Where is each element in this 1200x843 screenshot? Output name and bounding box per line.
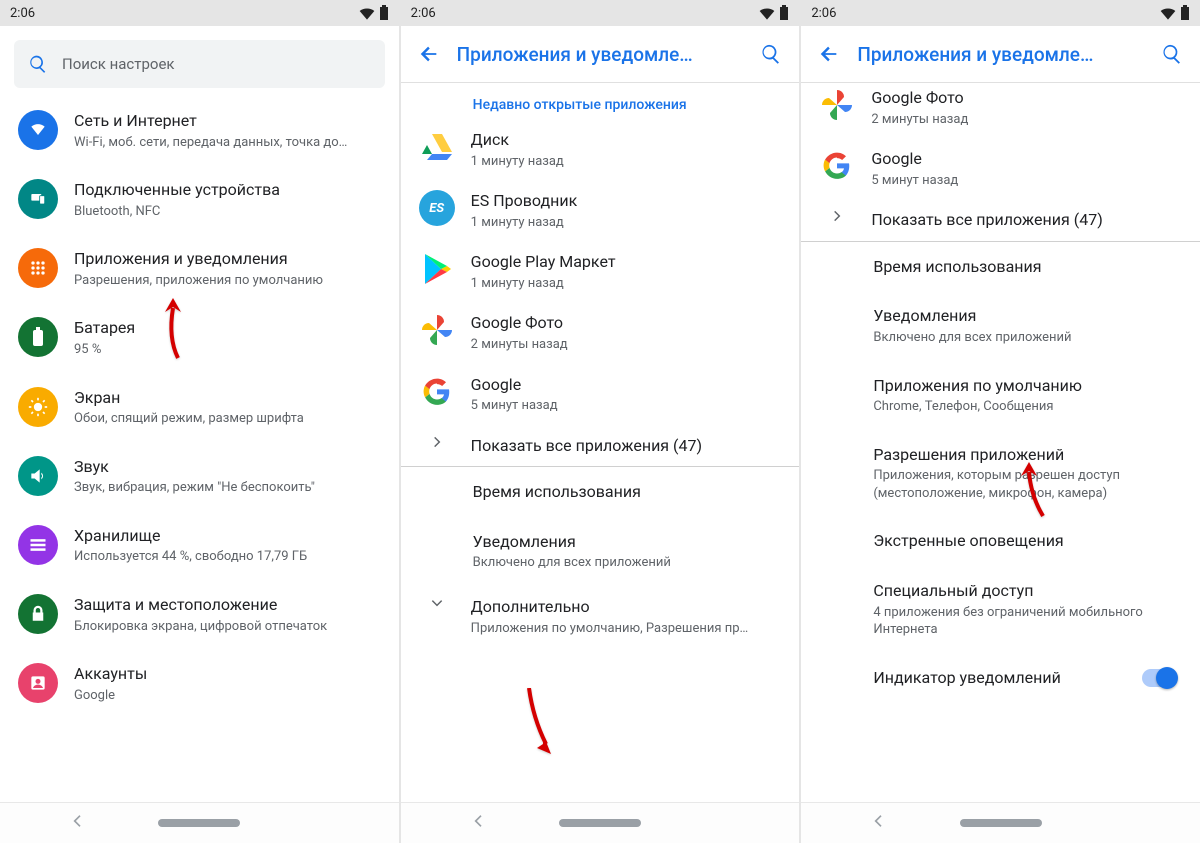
account-icon <box>18 663 58 703</box>
status-bar: 2:06 <box>401 0 800 26</box>
apps-icon <box>18 248 58 288</box>
app-item-drive[interactable]: Диск 1 минуту назад <box>401 119 800 180</box>
battery-circle-icon <box>18 317 58 357</box>
devices-icon <box>18 179 58 219</box>
settings-item-sound[interactable]: Звук Звук, вибрация, режим "Не беспокоит… <box>0 442 399 511</box>
page-title: Приложения и уведомле… <box>457 43 752 66</box>
item-default-apps[interactable]: Приложения по умолчанию Chrome, Телефон,… <box>801 361 1200 430</box>
settings-item-connected[interactable]: Подключенные устройства Bluetooth, NFC <box>0 165 399 234</box>
settings-list[interactable]: Сеть и Интернет Wi-Fi, моб. сети, переда… <box>0 96 399 802</box>
item-permissions[interactable]: Разрешения приложений Приложения, которы… <box>801 430 1200 517</box>
search-button[interactable] <box>1152 34 1192 74</box>
google-icon <box>819 148 855 184</box>
item-special-access[interactable]: Специальный доступ 4 приложения без огра… <box>801 566 1200 653</box>
photos-icon <box>819 87 855 123</box>
item-notifications[interactable]: Уведомления Включено для всех приложений <box>401 517 800 586</box>
nav-back-icon[interactable] <box>871 813 887 833</box>
status-time: 2:06 <box>411 6 436 21</box>
sound-icon <box>18 456 58 496</box>
status-bar: 2:06 <box>0 0 399 26</box>
settings-item-display[interactable]: Экран Обои, спящий режим, размер шрифта <box>0 373 399 442</box>
drive-icon <box>419 129 455 165</box>
es-icon: ES <box>419 190 455 226</box>
apps-list[interactable]: Google Фото 2 минуты назад Google 5 мину… <box>801 83 1200 802</box>
navigation-bar <box>0 802 399 843</box>
phone-1-settings: 2:06 Поиск настроек Сеть и Интернет Wi-F… <box>0 0 399 843</box>
app-item-google[interactable]: Google 5 минут назад <box>801 138 1200 199</box>
play-icon <box>419 251 455 287</box>
item-emergency[interactable]: Экстренные оповещения <box>801 516 1200 566</box>
app-bar: Приложения и уведомле… <box>401 26 800 83</box>
status-time: 2:06 <box>10 6 35 21</box>
battery-icon <box>379 5 389 21</box>
item-notifications[interactable]: Уведомления Включено для всех приложений <box>801 291 1200 360</box>
app-item-play[interactable]: Google Play Маркет 1 минуту назад <box>401 241 800 302</box>
nav-home-pill[interactable] <box>158 819 240 827</box>
app-bar: Приложения и уведомле… <box>801 26 1200 83</box>
app-item-photos[interactable]: Google Фото 2 минуты назад <box>801 83 1200 138</box>
display-icon <box>18 387 58 427</box>
battery-icon <box>779 5 789 21</box>
apps-list[interactable]: Недавно открытые приложения Диск 1 минут… <box>401 83 800 802</box>
settings-item-storage[interactable]: Хранилище Используется 44 %, свободно 17… <box>0 511 399 580</box>
wifi-icon <box>759 6 775 20</box>
wifi-circle-icon <box>18 110 58 150</box>
item-advanced[interactable]: Дополнительно Приложения по умолчанию, Р… <box>401 586 800 647</box>
chevron-right-icon <box>419 435 455 449</box>
app-item-photos[interactable]: Google Фото 2 минуты назад <box>401 302 800 363</box>
app-item-es[interactable]: ES ES Проводник 1 минуту назад <box>401 180 800 241</box>
navigation-bar <box>401 802 800 843</box>
battery-icon <box>1180 5 1190 21</box>
nav-back-icon[interactable] <box>70 813 86 833</box>
navigation-bar <box>801 802 1200 843</box>
item-screen-time[interactable]: Время использования <box>401 467 800 517</box>
recent-apps-header: Недавно открытые приложения <box>401 83 800 119</box>
settings-item-accounts[interactable]: Аккаунты Google <box>0 649 399 718</box>
item-indicator[interactable]: Индикатор уведомлений <box>801 653 1200 703</box>
page-title: Приложения и уведомле… <box>857 43 1152 66</box>
search-placeholder: Поиск настроек <box>62 55 175 73</box>
phone-2-apps: 2:06 Приложения и уведомле… Недавно откр… <box>401 0 800 843</box>
settings-item-apps[interactable]: Приложения и уведомления Разрешения, при… <box>0 234 399 303</box>
settings-item-network[interactable]: Сеть и Интернет Wi-Fi, моб. сети, переда… <box>0 96 399 165</box>
search-input[interactable]: Поиск настроек <box>14 40 385 88</box>
show-all-apps[interactable]: Показать все приложения (47) <box>801 199 1200 241</box>
indicator-switch[interactable] <box>1142 669 1176 687</box>
chevron-right-icon <box>819 209 855 223</box>
settings-item-security[interactable]: Защита и местоположение Блокировка экран… <box>0 580 399 649</box>
back-button[interactable] <box>809 34 849 74</box>
nav-home-pill[interactable] <box>960 819 1042 827</box>
settings-item-battery[interactable]: Батарея 95 % <box>0 303 399 372</box>
lock-icon <box>18 594 58 634</box>
google-icon <box>419 374 455 410</box>
chevron-down-icon <box>419 596 455 610</box>
search-button[interactable] <box>751 34 791 74</box>
search-icon <box>28 54 48 74</box>
item-screen-time[interactable]: Время использования <box>801 242 1200 292</box>
back-button[interactable] <box>409 34 449 74</box>
wifi-icon <box>1160 6 1176 20</box>
status-bar: 2:06 <box>801 0 1200 26</box>
status-time: 2:06 <box>811 6 836 21</box>
phone-3-apps-expanded: 2:06 Приложения и уведомле… Google Фото … <box>801 0 1200 843</box>
storage-icon <box>18 525 58 565</box>
show-all-apps[interactable]: Показать все приложения (47) <box>401 425 800 467</box>
wifi-icon <box>359 6 375 20</box>
app-item-google[interactable]: Google 5 минут назад <box>401 364 800 425</box>
nav-home-pill[interactable] <box>559 819 641 827</box>
nav-back-icon[interactable] <box>471 813 487 833</box>
photos-icon <box>419 312 455 348</box>
